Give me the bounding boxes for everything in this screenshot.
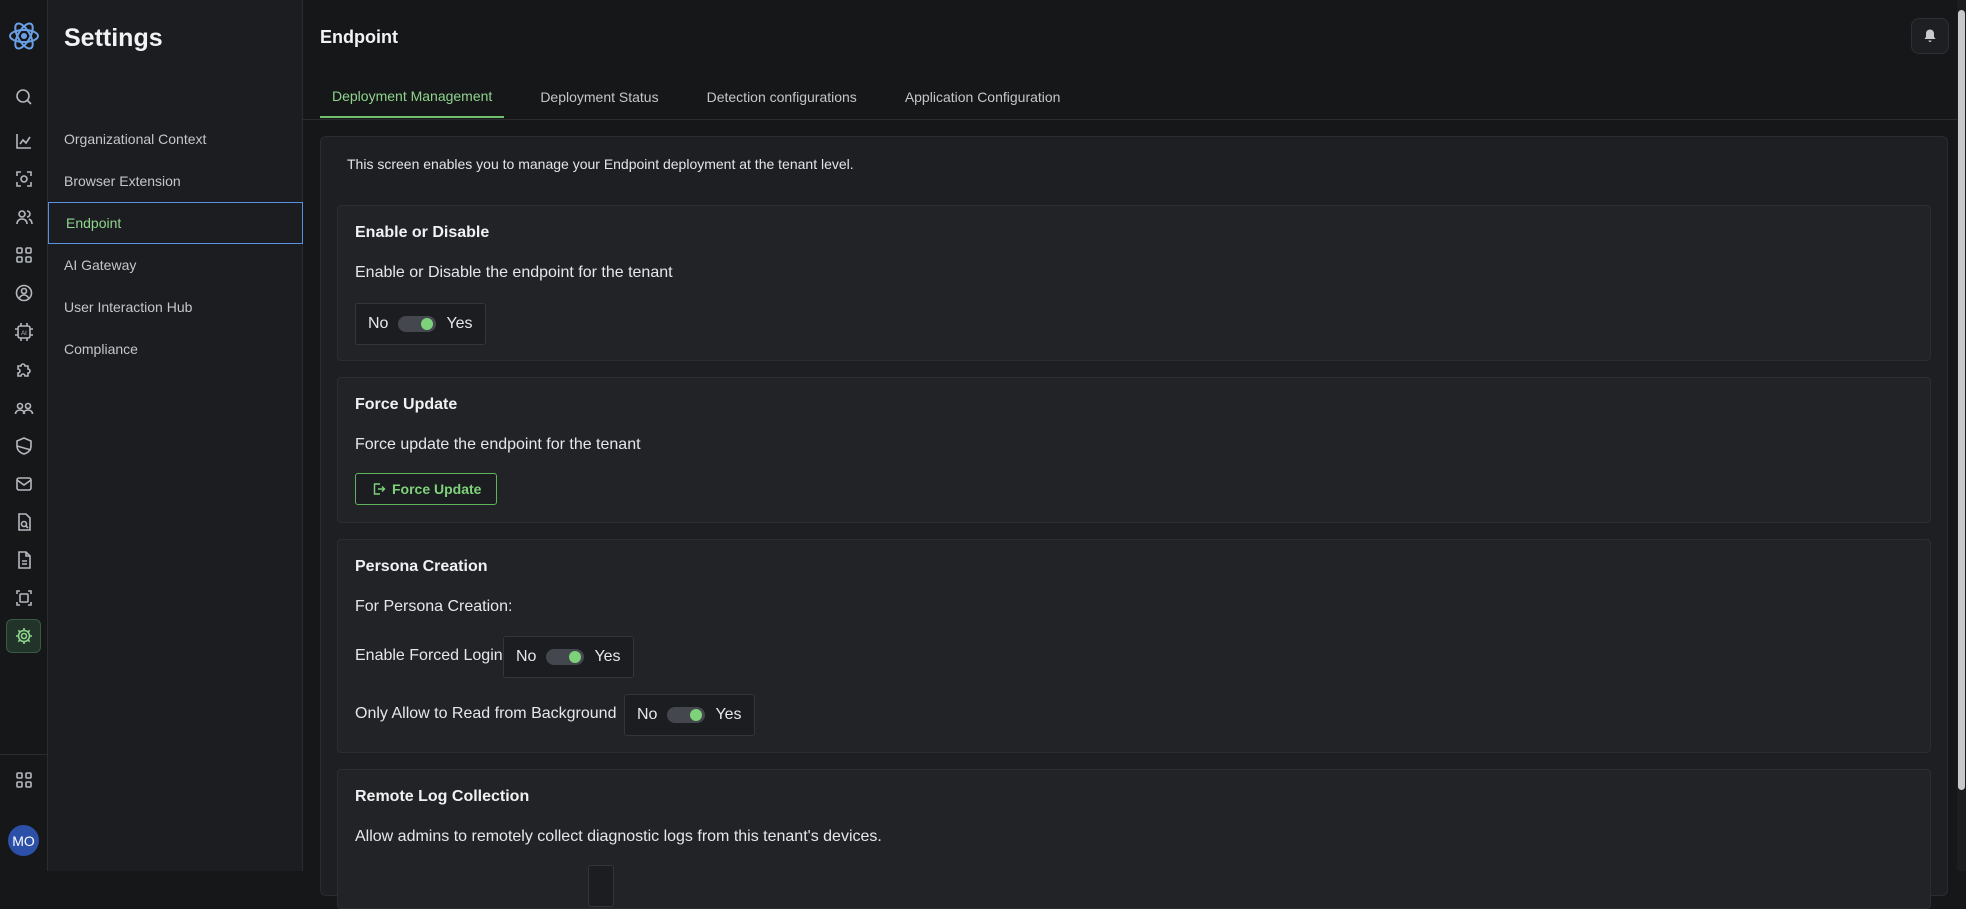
apps-grid-icon[interactable]	[6, 763, 41, 797]
force-update-label: Force Update	[392, 481, 482, 497]
enable-endpoint-switch[interactable]	[398, 316, 437, 332]
rail-divider	[0, 754, 48, 755]
tabs-divider	[303, 119, 1958, 120]
section-title: Persona Creation	[355, 558, 488, 575]
toggle-no-label: No	[368, 315, 389, 332]
puzzle-icon[interactable]	[6, 353, 41, 387]
apps-icon[interactable]	[6, 238, 41, 272]
section-description: Allow admins to remotely collect diagnos…	[355, 828, 882, 845]
settings-title: Settings	[64, 24, 163, 52]
intro-text: This screen enables you to manage your E…	[347, 156, 854, 172]
scrollbar[interactable]	[1957, 0, 1966, 871]
settings-sidebar: Settings Organizational Context Browser …	[48, 0, 303, 871]
users-icon[interactable]	[6, 200, 41, 234]
tab-deployment-status[interactable]: Deployment Status	[528, 76, 670, 118]
svg-text:AI: AI	[21, 331, 27, 337]
tab-detection-configurations[interactable]: Detection configurations	[695, 76, 869, 118]
toggle-yes-label: Yes	[715, 706, 742, 723]
section-title: Enable or Disable	[355, 224, 490, 241]
sidebar-item-ai-gateway[interactable]: AI Gateway	[48, 244, 303, 286]
avatar[interactable]: MO	[8, 825, 39, 856]
forced-login-toggle-group: No Yes	[503, 636, 634, 678]
bell-icon	[1924, 29, 1936, 42]
remote-log-section: Remote Log Collection Allow admins to re…	[337, 769, 1931, 909]
ai-chip-icon[interactable]: AI	[6, 315, 41, 349]
read-background-toggle-group: No Yes	[624, 694, 755, 736]
section-description: For Persona Creation:	[355, 598, 513, 615]
mail-icon[interactable]	[6, 467, 41, 501]
sidebar-item-compliance[interactable]: Compliance	[48, 328, 303, 370]
scrollbar-thumb[interactable]	[1958, 10, 1965, 790]
section-description: Enable or Disable the endpoint for the t…	[355, 264, 673, 281]
sidebar-item-user-interaction-hub[interactable]: User Interaction Hub	[48, 286, 303, 328]
chart-icon[interactable]	[6, 124, 41, 158]
update-icon	[373, 483, 386, 495]
sidebar-item-endpoint[interactable]: Endpoint	[48, 202, 303, 244]
section-title: Force Update	[355, 396, 458, 413]
doc-search-icon[interactable]	[6, 505, 41, 539]
app-logo-icon[interactable]	[7, 19, 41, 53]
read-background-label: Only Allow to Read from Background	[355, 705, 617, 722]
toggle-no-label: No	[637, 706, 658, 723]
remote-log-toggle-group	[588, 865, 614, 907]
tab-application-configuration[interactable]: Application Configuration	[893, 76, 1073, 118]
main-content: Endpoint Deployment Management Deploymen…	[303, 0, 1966, 909]
shield-icon[interactable]	[6, 429, 41, 463]
profile-icon[interactable]	[6, 276, 41, 310]
file-icon[interactable]	[6, 543, 41, 577]
force-update-button[interactable]: Force Update	[355, 473, 498, 505]
tab-bar: Deployment Management Deployment Status …	[320, 76, 1096, 118]
deployment-management-panel: This screen enables you to manage your E…	[320, 136, 1948, 909]
icon-rail: AI MO	[0, 0, 48, 871]
search-icon[interactable]	[6, 80, 41, 114]
persona-creation-section: Persona Creation For Persona Creation: E…	[337, 539, 1931, 753]
toggle-yes-label: Yes	[446, 315, 473, 332]
enable-endpoint-toggle-group: No Yes	[355, 303, 486, 345]
enable-disable-section: Enable or Disable Enable or Disable the …	[337, 205, 1931, 361]
force-update-section: Force Update Force update the endpoint f…	[337, 377, 1931, 523]
gear-icon[interactable]	[6, 619, 41, 653]
toggle-yes-label: Yes	[594, 648, 621, 665]
page-title: Endpoint	[320, 27, 398, 47]
section-title: Remote Log Collection	[355, 788, 530, 805]
team-icon[interactable]	[6, 391, 41, 425]
section-description: Force update the endpoint for the tenant	[355, 436, 641, 453]
sidebar-item-organizational-context[interactable]: Organizational Context	[48, 118, 303, 160]
tab-deployment-management[interactable]: Deployment Management	[320, 76, 505, 118]
scan-icon[interactable]	[6, 162, 41, 196]
read-background-switch[interactable]	[667, 707, 706, 723]
toggle-no-label: No	[516, 648, 537, 665]
sidebar-item-browser-extension[interactable]: Browser Extension	[48, 160, 303, 202]
notifications-button[interactable]	[1911, 18, 1949, 54]
scan-frame-icon[interactable]	[6, 581, 41, 615]
forced-login-label: Enable Forced Login	[355, 647, 503, 664]
forced-login-switch[interactable]	[546, 649, 585, 665]
